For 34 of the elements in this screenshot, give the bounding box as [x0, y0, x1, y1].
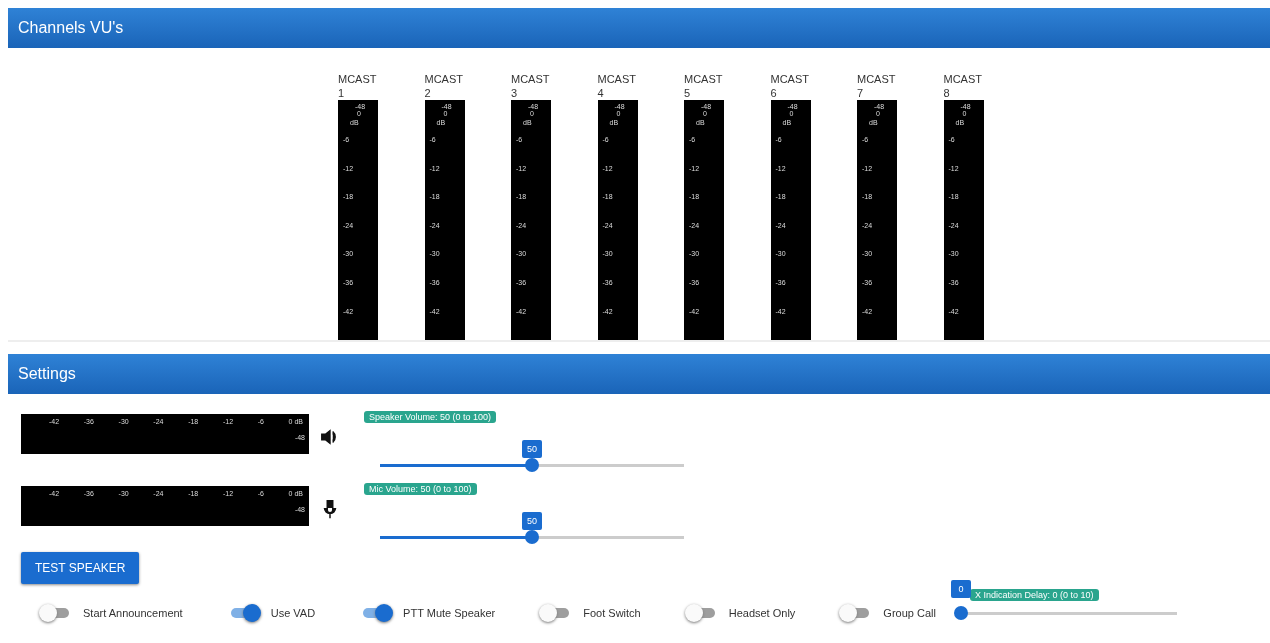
toggle-label: Use VAD [270, 607, 316, 619]
value-bubble: 0 [950, 580, 971, 598]
channel-label: MCAST [597, 72, 637, 86]
channel-label: MCAST [338, 72, 378, 86]
channel-label: MCAST [511, 72, 551, 86]
test-speaker-button[interactable]: TEST SPEAKER [21, 552, 140, 584]
toggle-label: Start Announcement [83, 607, 183, 619]
toggle-label: Headset Only [728, 607, 796, 619]
channel-label: MCAST [943, 72, 983, 86]
panel-title: Settings [18, 365, 76, 383]
channel-label: MCAST [770, 72, 810, 86]
toggle-label: Group Call [883, 607, 936, 619]
slider-thumb[interactable] [525, 458, 539, 472]
channel-label: MCAST [857, 72, 897, 86]
slider-label: X Indication Delay: 0 (0 to 10) [969, 589, 1099, 601]
channel-label: MCAST [424, 72, 464, 86]
slider-thumb[interactable] [953, 606, 968, 620]
panel-title: Channels VU's [18, 19, 124, 37]
slider-label: Speaker Volume: 50 (0 to 100) [364, 411, 497, 423]
toggle-label: Foot Switch [583, 607, 641, 619]
channel-number: 6 [770, 86, 778, 100]
toggle-label: PTT Mute Speaker [403, 607, 496, 619]
channel-number: 2 [424, 86, 432, 100]
value-bubble: 50 [522, 512, 542, 530]
channel-number: 3 [511, 86, 519, 100]
value-bubble: 50 [522, 440, 542, 458]
channel-number: 4 [597, 86, 605, 100]
channel-number: 5 [684, 86, 692, 100]
channel-label: MCAST [684, 72, 724, 86]
slider-label: Mic Volume: 50 (0 to 100) [364, 483, 477, 495]
slider-thumb[interactable] [525, 530, 539, 544]
channel-number: 7 [857, 86, 865, 100]
channel-number: 8 [943, 86, 951, 100]
channel-number: 1 [338, 86, 346, 100]
